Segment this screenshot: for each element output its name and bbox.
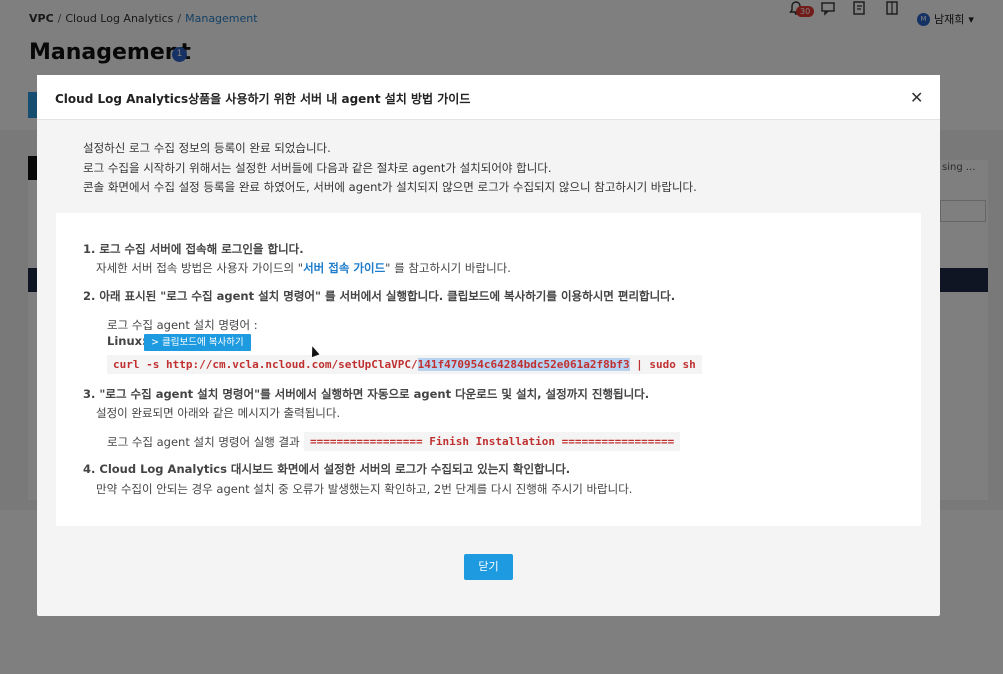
linux-label: Linux: — [107, 334, 147, 348]
modal-title: Cloud Log Analytics상품을 사용하기 위한 서버 내 agen… — [55, 92, 471, 106]
step-4-sub: 만약 수집이 안되는 경우 agent 설치 중 오류가 발생했는지 확인하고,… — [96, 482, 633, 496]
install-command-label: 로그 수집 agent 설치 명령어 : — [107, 318, 258, 332]
command-prefix: curl -s http://cm.vcla.ncloud.com/setUpC… — [113, 358, 418, 371]
step-3-sub: 설정이 완료되면 아래와 같은 메시지가 출력됩니다. — [96, 406, 341, 420]
intro-line: 설정하신 로그 수집 정보의 등록이 완료 되었습니다. — [83, 141, 331, 155]
result-code: ================= Finish Installation ==… — [304, 432, 681, 451]
step-3: 3. "로그 수집 agent 설치 명령어"를 서버에서 실행하면 자동으로 … — [83, 387, 650, 401]
guide-box: 1. 로그 수집 서버에 접속해 로그인을 합니다. 자세한 서버 접속 방법은… — [56, 213, 921, 526]
agent-install-guide-modal: Cloud Log Analytics상품을 사용하기 위한 서버 내 agen… — [37, 75, 940, 616]
intro-line: 로그 수집을 시작하기 위해서는 설정한 서버들에 다음과 같은 절차로 age… — [83, 160, 552, 175]
step-1-sub-post: " 를 참고하시기 바랍니다. — [385, 261, 511, 275]
install-command[interactable]: curl -s http://cm.vcla.ncloud.com/setUpC… — [107, 355, 702, 374]
command-key: 141f470954c64284bdc52e061a2f8bf3 — [417, 358, 630, 371]
intro-text: 설정하신 로그 수집 정보의 등록이 완료 되었습니다. 로그 수집을 시작하기… — [83, 139, 697, 198]
step-1: 1. 로그 수집 서버에 접속해 로그인을 합니다. — [83, 242, 304, 256]
modal-header: Cloud Log Analytics상품을 사용하기 위한 서버 내 agen… — [37, 75, 940, 120]
step-2: 2. 아래 표시된 "로그 수집 agent 설치 명령어" 를 서버에서 실행… — [83, 289, 676, 303]
intro-line: 콘솔 화면에서 수집 설정 등록을 완료 하였어도, 서버에 agent가 설치… — [83, 180, 697, 194]
step-4: 4. Cloud Log Analytics 대시보드 화면에서 설정한 서버의… — [83, 462, 571, 476]
step-1-sub-pre: 자세한 서버 접속 방법은 사용자 가이드의 " — [96, 261, 304, 275]
result-label: 로그 수집 agent 설치 명령어 실행 결과 — [107, 435, 300, 449]
step-1-sub: 자세한 서버 접속 방법은 사용자 가이드의 "서버 접속 가이드" 를 참고하… — [96, 259, 511, 278]
server-access-guide-link[interactable]: 서버 접속 가이드 — [303, 261, 385, 275]
close-button[interactable]: 닫기 — [464, 554, 513, 580]
close-icon[interactable]: ✕ — [910, 88, 923, 107]
copy-to-clipboard-button[interactable]: > 클립보드에 복사하기 — [144, 334, 251, 351]
command-suffix: | sudo sh — [629, 358, 696, 371]
